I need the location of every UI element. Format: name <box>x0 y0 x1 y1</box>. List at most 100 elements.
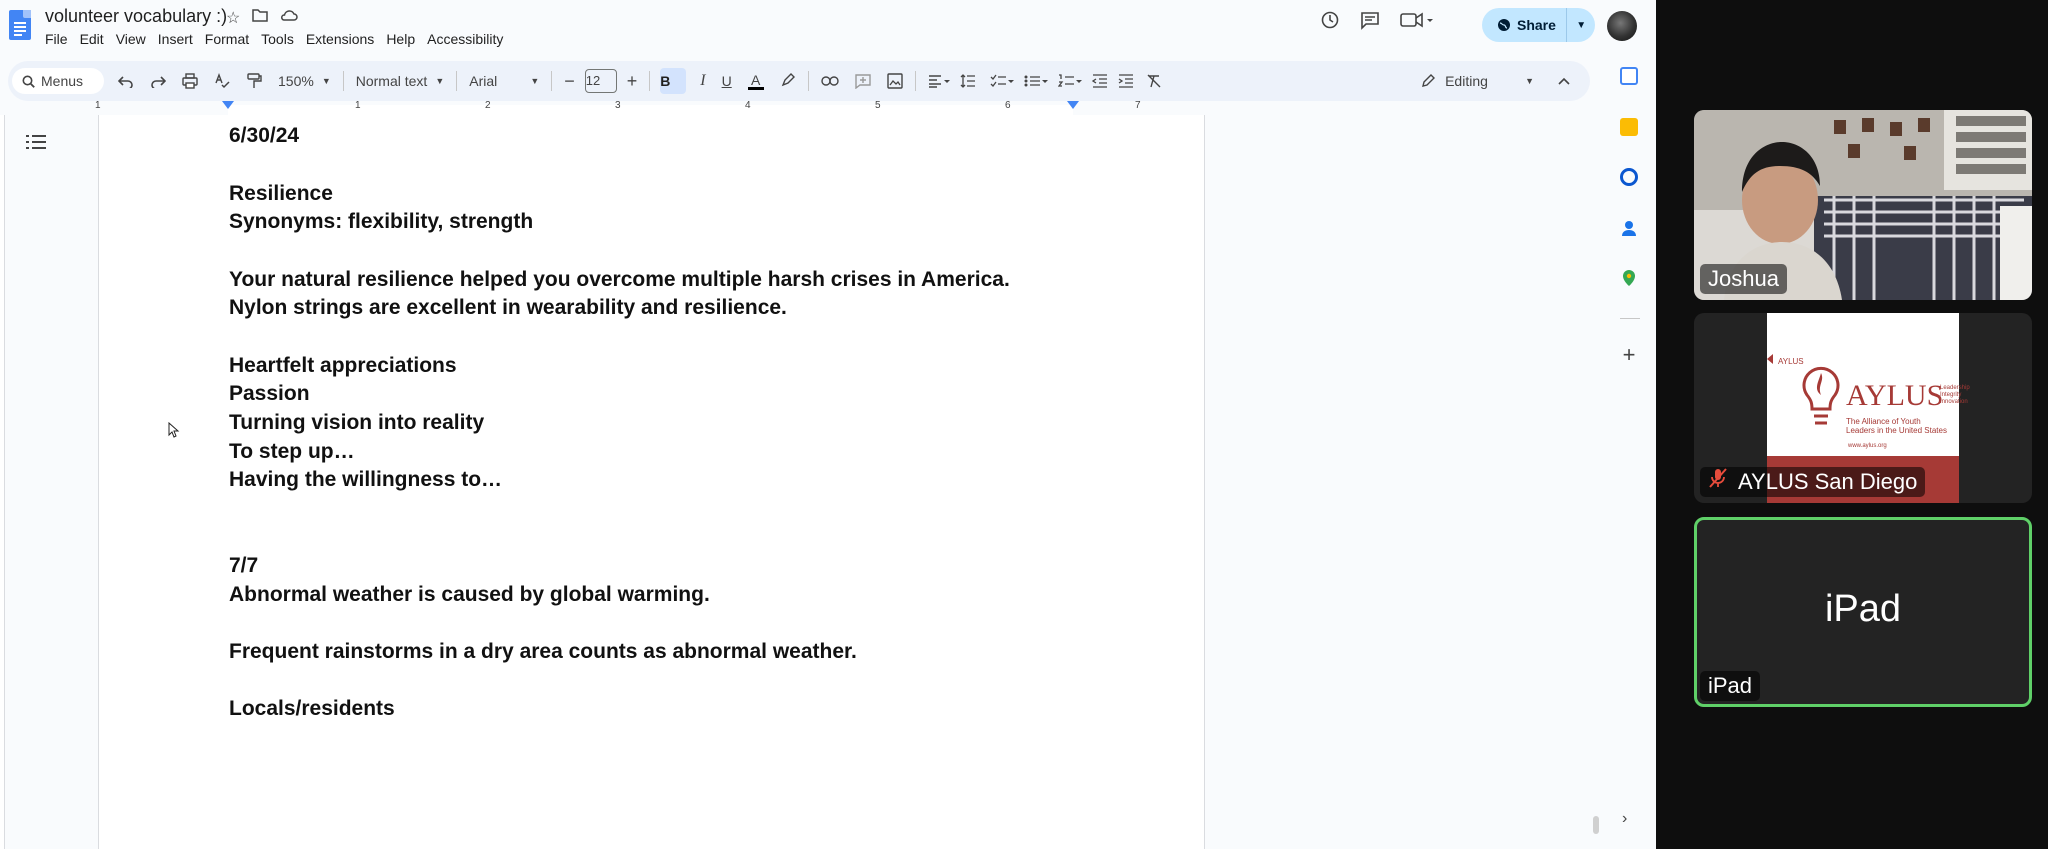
menu-accessibility[interactable]: Accessibility <box>427 31 503 47</box>
title-actions: ☆ <box>226 8 299 28</box>
vertical-ruler[interactable] <box>0 115 5 849</box>
increase-font-size-button[interactable]: + <box>627 71 638 92</box>
cloud-status-icon[interactable] <box>280 8 299 28</box>
doc-line: Locals/residents <box>229 697 395 720</box>
calendar-icon[interactable] <box>1620 67 1638 85</box>
ruler-number: 6 <box>1005 100 1011 111</box>
font-select[interactable]: Arial ▼ <box>469 73 539 89</box>
side-panel-divider <box>1620 318 1640 319</box>
toolbar-divider <box>551 71 553 91</box>
ruler-number: 7 <box>1135 100 1141 111</box>
align-icon[interactable] <box>928 74 950 88</box>
share-dropdown-icon[interactable]: ▼ <box>1567 20 1595 31</box>
menu-view[interactable]: View <box>116 31 146 47</box>
tasks-icon[interactable] <box>1620 168 1638 186</box>
comment-icon[interactable] <box>1360 10 1380 35</box>
undo-icon[interactable] <box>118 74 134 88</box>
participant-tile-ipad[interactable]: iPad iPad <box>1694 517 2032 707</box>
doc-scrollbar-thumb[interactable] <box>1593 816 1599 834</box>
plus-icon[interactable]: + <box>1620 344 1638 366</box>
chevron-down-icon: ▼ <box>530 76 540 86</box>
clear-format-icon[interactable] <box>1146 73 1162 89</box>
menu-extensions[interactable]: Extensions <box>306 31 374 47</box>
line-spacing-icon[interactable] <box>960 73 976 89</box>
highlight-icon[interactable] <box>780 73 796 89</box>
doc-line: Having the willingness to… <box>229 468 503 491</box>
style-select[interactable]: Normal text ▼ <box>356 73 445 89</box>
participant-name: Joshua <box>1700 264 1787 294</box>
doc-line: Heartfelt appreciations <box>229 354 457 377</box>
header-actions <box>1320 10 1434 35</box>
bullet-list-icon[interactable] <box>1024 74 1048 88</box>
share-main[interactable]: Share <box>1482 8 1568 42</box>
print-icon[interactable] <box>182 73 198 89</box>
underline-button[interactable]: U <box>722 73 732 89</box>
menu-tools[interactable]: Tools <box>261 31 294 47</box>
ruler-number: 5 <box>875 100 881 111</box>
chevron-right-icon[interactable]: › <box>1622 810 1627 828</box>
participant-name-text: AYLUS San Diego <box>1738 469 1918 494</box>
right-indent-marker[interactable] <box>1067 101 1079 109</box>
account-avatar[interactable] <box>1607 11 1637 41</box>
slide-small-header: AYLUS <box>1778 357 1804 366</box>
spellcheck-icon[interactable] <box>214 73 230 89</box>
paint-format-icon[interactable] <box>246 73 262 89</box>
mouse-pointer-icon <box>168 422 180 438</box>
maps-icon[interactable] <box>1620 269 1638 287</box>
left-indent-marker[interactable] <box>222 101 234 109</box>
checklist-icon[interactable] <box>990 74 1014 88</box>
search-icon <box>22 75 35 88</box>
ruler-number: 3 <box>615 100 621 111</box>
editing-mode-select[interactable]: Editing ▼ <box>1421 73 1534 89</box>
toolbar-divider <box>456 71 458 91</box>
doc-line: Synonyms: flexibility, strength <box>229 210 534 233</box>
doc-line: Frequent rainstorms in a dry area counts… <box>229 640 857 663</box>
redo-icon[interactable] <box>150 74 166 88</box>
star-icon[interactable]: ☆ <box>226 8 240 28</box>
text-color-button[interactable]: A <box>747 71 764 90</box>
menu-insert[interactable]: Insert <box>158 31 193 47</box>
outline-icon[interactable] <box>26 134 46 150</box>
bold-button[interactable]: B <box>660 68 687 94</box>
participant-tile-aylus[interactable]: AYLUS AYLUS Leadership Integrity Innovat… <box>1694 313 2032 503</box>
history-icon[interactable] <box>1320 10 1340 35</box>
indent-decrease-icon[interactable] <box>1091 74 1108 88</box>
slide-tagline-word: Leadership <box>1940 385 1970 391</box>
font-value: Arial <box>469 73 498 89</box>
toolbar-divider <box>807 71 809 91</box>
decrease-font-size-button[interactable]: − <box>564 71 575 92</box>
italic-button[interactable]: I <box>700 72 705 90</box>
document-title[interactable]: volunteer vocabulary :) <box>45 6 227 27</box>
link-icon[interactable] <box>821 76 839 86</box>
image-icon[interactable] <box>887 73 903 89</box>
menu-edit[interactable]: Edit <box>80 31 104 47</box>
menu-format[interactable]: Format <box>205 31 249 47</box>
slide-url: www.aylus.org <box>1848 443 1887 449</box>
menu-bar: File Edit View Insert Format Tools Exten… <box>45 31 515 47</box>
move-folder-icon[interactable] <box>252 8 269 28</box>
menu-file[interactable]: File <box>45 31 68 47</box>
keep-icon[interactable] <box>1620 118 1638 136</box>
slide-tagline-word: Innovation <box>1940 399 1968 405</box>
add-comment-icon[interactable] <box>855 73 871 89</box>
video-call-panel: Joshua AYLUS AYLUS Leadership Integrity … <box>1656 0 2048 849</box>
menus-search[interactable]: Menus <box>12 68 104 94</box>
zoom-select[interactable]: 150% ▼ <box>278 73 331 89</box>
docs-logo-icon[interactable] <box>9 10 31 40</box>
ruler-number: 1 <box>355 100 361 111</box>
numbered-list-icon[interactable] <box>1057 74 1082 88</box>
font-size-input[interactable]: 12 <box>584 69 617 93</box>
ruler-number: 2 <box>485 100 491 111</box>
participant-tile-joshua[interactable]: Joshua <box>1694 110 2032 300</box>
collapse-toolbar-icon[interactable] <box>1558 74 1570 88</box>
meet-icon[interactable] <box>1400 10 1434 35</box>
horizontal-ruler[interactable]: 1 1 2 3 4 5 6 7 <box>0 100 1600 115</box>
side-panel-apps: + <box>1610 56 1650 849</box>
indent-increase-icon[interactable] <box>1118 74 1134 88</box>
document-page[interactable]: 6/30/24 Resilience Synonyms: flexibility… <box>98 115 1205 849</box>
slide-logo-text: AYLUS <box>1846 379 1944 412</box>
text-color-label: A <box>751 71 761 88</box>
contacts-icon[interactable] <box>1620 219 1638 237</box>
menu-help[interactable]: Help <box>386 31 415 47</box>
share-button[interactable]: Share ▼ <box>1482 8 1595 42</box>
